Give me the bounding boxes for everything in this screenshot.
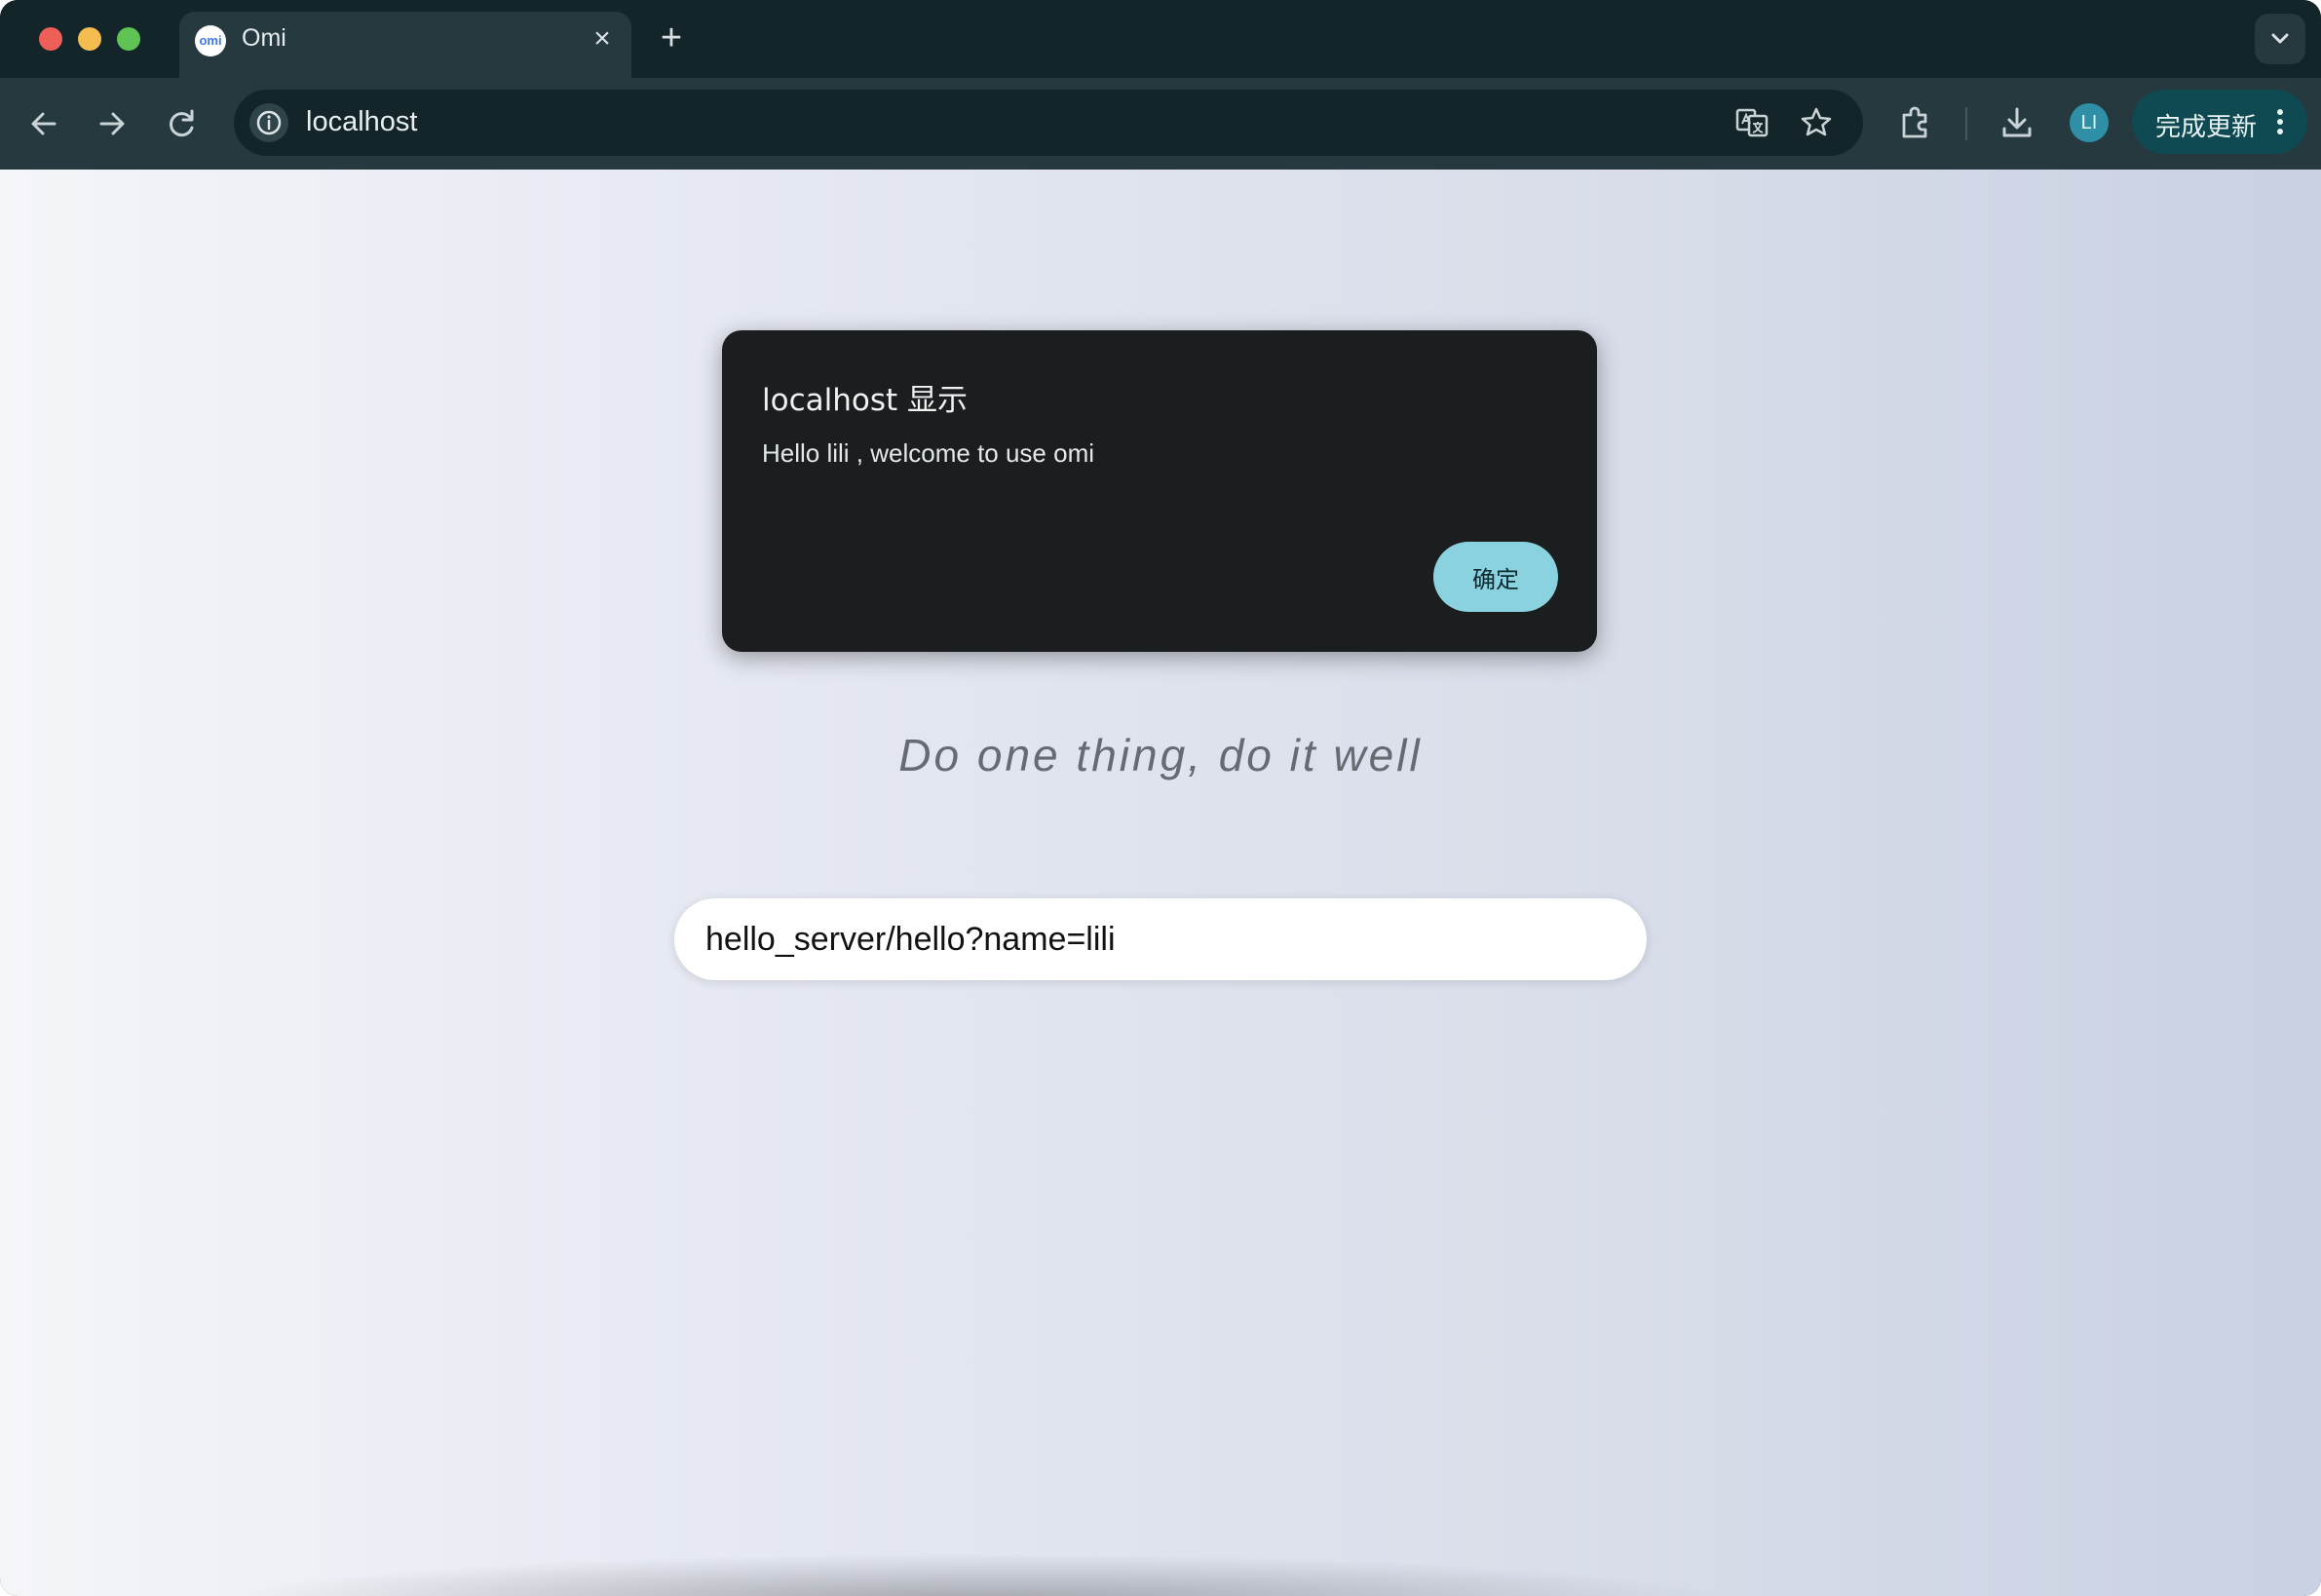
profile-avatar[interactable]: LI (2070, 103, 2109, 142)
browser-toolbar: localhost LI 完成更新 (0, 78, 2321, 170)
update-button[interactable]: 完成更新 (2132, 90, 2307, 154)
reload-icon (170, 109, 194, 137)
url-input[interactable] (674, 898, 1647, 980)
tab-search-button[interactable] (2255, 14, 2305, 64)
forward-button[interactable] (88, 99, 136, 148)
page-content: omi Do one thing, do it well localhost 显… (0, 170, 2321, 1596)
forward-icon (99, 112, 125, 135)
new-tab-button[interactable]: + (651, 18, 692, 58)
alert-dialog: localhost 显示 Hello lili , welcome to use… (722, 330, 1597, 652)
tab-strip: omi Omi × + (0, 0, 2321, 78)
extensions-button[interactable] (1894, 101, 1937, 144)
update-label: 完成更新 (2155, 113, 2258, 142)
chevron-down-icon (2271, 33, 2289, 44)
extensions-icon (1902, 106, 1927, 138)
reload-button[interactable] (158, 99, 207, 148)
dialog-message: Hello lili , welcome to use omi (762, 438, 1095, 468)
bookmark-button[interactable] (1797, 103, 1836, 142)
download-icon (2002, 107, 2032, 137)
window-minimize-button[interactable] (78, 27, 101, 51)
back-icon (31, 112, 57, 135)
window-maximize-button[interactable] (117, 27, 140, 51)
address-bar[interactable]: localhost (234, 90, 1863, 156)
star-icon (1801, 107, 1832, 136)
dialog-title: localhost 显示 (762, 383, 969, 418)
dialog-ok-button[interactable]: 确定 (1433, 542, 1558, 612)
window-close-button[interactable] (39, 27, 62, 51)
site-info-button[interactable] (249, 103, 288, 142)
url-text[interactable]: localhost (306, 106, 417, 138)
tagline: Do one thing, do it well (898, 730, 1423, 780)
translate-icon (1735, 108, 1769, 137)
bottom-shadow (214, 1553, 1734, 1596)
tab-close-icon[interactable]: × (585, 21, 620, 57)
toolbar-separator (1965, 107, 1967, 140)
downloads-button[interactable] (1996, 101, 2038, 144)
browser-window: omi Omi × + localhost LI 完成更新 Do one thi… (0, 0, 2321, 1596)
translate-button[interactable] (1732, 103, 1771, 142)
tab-omi[interactable]: omi Omi × (179, 12, 631, 78)
tab-title: Omi (242, 24, 286, 52)
info-icon (256, 110, 282, 135)
omi-favicon-icon: omi (195, 25, 226, 57)
kebab-icon (2277, 109, 2283, 134)
back-button[interactable] (19, 99, 68, 148)
